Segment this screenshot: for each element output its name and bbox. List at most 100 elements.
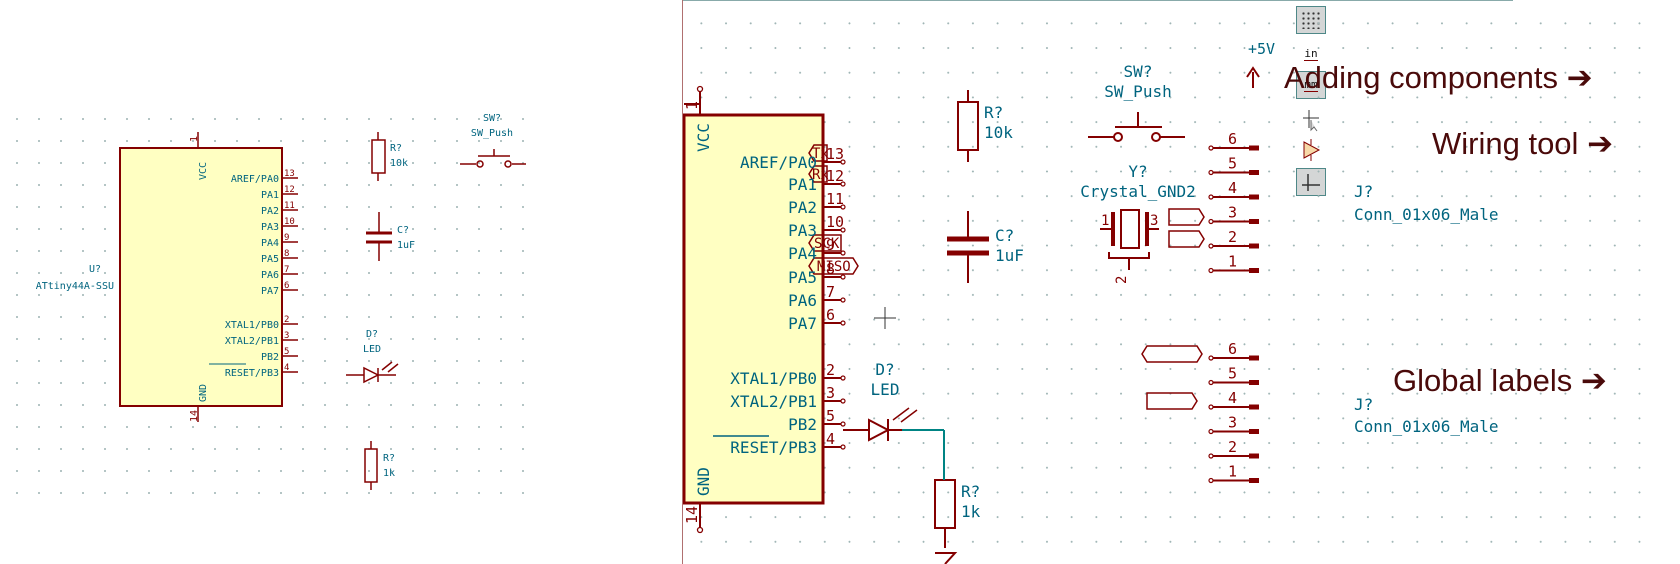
power-5v-label: +5V <box>1248 40 1275 58</box>
left-gnd-pin-num: 14 <box>189 410 200 422</box>
crystal-pin3: 3 <box>1150 213 1158 229</box>
pin-number: 3 <box>826 384 835 402</box>
left-ic-value: ATtiny44A-SSU <box>36 281 114 292</box>
left-c1-ref: C? <box>397 225 409 236</box>
label-sck[interactable]: SCK <box>814 236 840 252</box>
pin-number: 4 <box>826 430 835 448</box>
pin-name: PB2 <box>788 415 817 434</box>
pin-number: 2 <box>826 361 835 379</box>
crystal-value: Crystal_GND2 <box>1080 182 1196 201</box>
left-pin-name: PA1 <box>261 190 279 201</box>
annotation-text: Global labels <box>1393 363 1573 398</box>
pin-name: XTAL2/PB1 <box>730 392 817 411</box>
ic-vcc-pin-num: 1 <box>683 101 701 110</box>
pin-name: RESET/PB3 <box>730 438 817 457</box>
left-pin-number: 12 <box>284 185 295 195</box>
left-pin-number: 8 <box>284 249 289 259</box>
pin-name: PA7 <box>788 314 817 333</box>
left-pin-name: PA3 <box>261 222 279 233</box>
label-miso[interactable]: MISO <box>817 259 851 275</box>
pin-number: 10 <box>826 213 844 231</box>
left-pin-name: RESET/PB3 <box>225 368 279 379</box>
pin-name: PA4 <box>788 244 817 263</box>
annotation-text: Adding components <box>1284 60 1559 95</box>
annotation-global-labels: Global labels ➔ <box>1393 363 1607 399</box>
pin-number: 6 <box>826 306 835 324</box>
r2-ref: R? <box>961 482 980 501</box>
left-pin-name: PA7 <box>261 286 279 297</box>
pin-name: PA5 <box>788 268 817 287</box>
c1-ref: C? <box>995 226 1014 245</box>
left-c1-value: 1uF <box>397 240 415 251</box>
conn-pin-number: 2 <box>1228 438 1237 456</box>
sw-ref: SW? <box>1124 62 1153 81</box>
pin-number: 11 <box>826 190 844 208</box>
left-pin-name: XTAL1/PB0 <box>225 320 279 331</box>
conn-pin-number: 4 <box>1228 179 1237 197</box>
left-sw-ref: SW? <box>483 113 501 124</box>
pin-name: PA2 <box>788 198 817 217</box>
left-pin-number: 6 <box>284 281 289 291</box>
r1-ref: R? <box>984 103 1003 122</box>
ic-gnd-label: GND <box>694 467 713 496</box>
left-gnd-label: GND <box>198 384 209 402</box>
crystal-pin1: 1 <box>1101 213 1109 229</box>
pin-name: AREF/PA0 <box>740 153 817 172</box>
left-pin-number: 9 <box>284 233 289 243</box>
conn-pin-number: 1 <box>1228 463 1237 481</box>
left-pin-name: PB2 <box>261 352 279 363</box>
annotation-text: Wiring tool <box>1432 126 1579 161</box>
left-pin-name: PA4 <box>261 238 279 249</box>
conn1-value: Conn_01x06_Male <box>1354 205 1499 224</box>
left-led-ref: D? <box>366 329 378 340</box>
annotation-adding-components: Adding components ➔ <box>1284 60 1593 96</box>
left-pin-number: 3 <box>284 331 289 341</box>
crystal-ref: Y? <box>1128 162 1147 181</box>
pin-number: 5 <box>826 407 835 425</box>
left-sw-value: SW_Push <box>471 128 513 139</box>
crystal-pin2: 2 <box>1114 276 1130 284</box>
left-r2-value: 1k <box>383 468 395 479</box>
ic-vcc-label: VCC <box>694 123 713 152</box>
left-r2-ref: R? <box>383 453 395 464</box>
conn1-ref: J? <box>1354 182 1373 201</box>
left-pin-name: PA2 <box>261 206 279 217</box>
pin-name: PA6 <box>788 291 817 310</box>
left-pin-name: PA5 <box>261 254 279 265</box>
annotation-wiring-tool: Wiring tool ➔ <box>1432 126 1613 162</box>
left-pin-number: 5 <box>284 347 289 357</box>
label-rx[interactable]: Rx <box>812 167 829 183</box>
label-tx[interactable]: Tx <box>812 146 829 162</box>
ic-gnd-pin-num: 14 <box>683 506 701 524</box>
left-vcc-pin-num: 1 <box>189 136 200 142</box>
conn-pin-number: 3 <box>1228 204 1237 222</box>
left-pin-name: XTAL2/PB1 <box>225 336 279 347</box>
led-ref: D? <box>875 360 894 379</box>
left-pin-number: 4 <box>284 363 289 373</box>
left-ic-ref: U? <box>89 264 101 275</box>
left-pin-name: PA6 <box>261 270 279 281</box>
r1-value: 10k <box>984 123 1013 142</box>
c1-value: 1uF <box>995 246 1024 265</box>
left-led-value: LED <box>363 344 381 355</box>
left-toolbar: in mm <box>646 0 1326 564</box>
left-vcc-label: VCC <box>198 162 209 180</box>
left-r1-value: 10k <box>390 158 408 169</box>
left-pin-number: 2 <box>284 315 289 325</box>
sw-value: SW_Push <box>1104 82 1171 101</box>
pin-name: PA3 <box>788 221 817 240</box>
pin-number: 7 <box>826 283 835 301</box>
conn-pin-number: 5 <box>1228 365 1237 383</box>
conn2-ref: J? <box>1354 395 1373 414</box>
conn-pin-number: 2 <box>1228 228 1237 246</box>
conn-pin-number: 3 <box>1228 414 1237 432</box>
conn-pin-number: 1 <box>1228 253 1237 271</box>
left-pin-name: AREF/PA0 <box>231 174 279 185</box>
conn2-value: Conn_01x06_Male <box>1354 417 1499 436</box>
right-toolbar: A A A A DA <box>1643 0 1680 564</box>
left-pin-number: 13 <box>284 169 295 179</box>
conn-pin-number: 6 <box>1228 130 1237 148</box>
conn-pin-number: 5 <box>1228 155 1237 173</box>
left-pin-number: 10 <box>284 217 295 227</box>
arrow-right-icon: ➔ <box>1580 363 1607 398</box>
